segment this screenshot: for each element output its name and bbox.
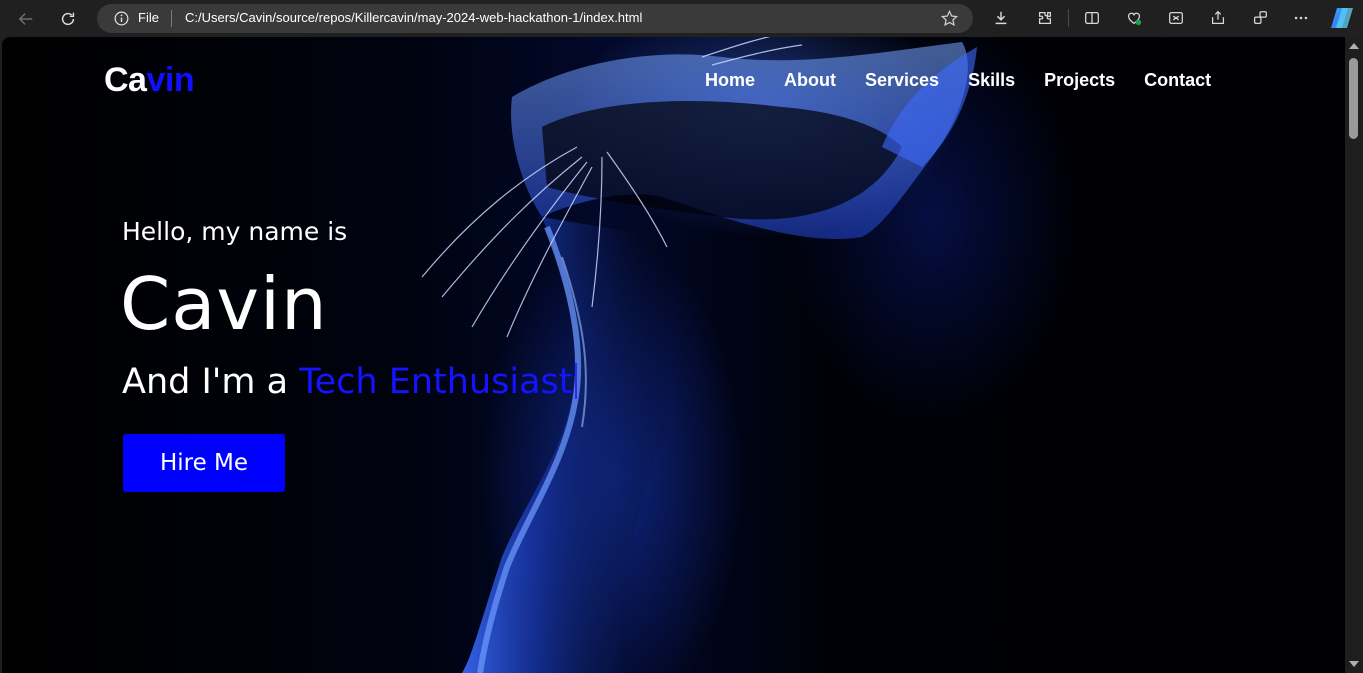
split-screen-icon[interactable] (1082, 8, 1102, 28)
more-icon[interactable] (1291, 8, 1311, 28)
tagline-highlight: Tech Enthusiast (299, 362, 573, 402)
reload-icon[interactable] (55, 6, 81, 32)
star-icon[interactable] (940, 9, 959, 28)
hero-tagline: And I'm a Tech Enthusiast (122, 362, 577, 402)
tagline-prefix: And I'm a (122, 362, 300, 402)
nav-link-home[interactable]: Home (705, 70, 755, 91)
browser-essentials-icon[interactable] (1124, 8, 1144, 28)
site-logo[interactable]: Cavin (104, 61, 195, 100)
hero-greeting: Hello, my name is (122, 217, 348, 246)
nav-link-projects[interactable]: Projects (1044, 70, 1115, 91)
screenshot-icon[interactable] (1166, 8, 1186, 28)
scrollbar-thumb[interactable] (1349, 58, 1358, 139)
share-icon[interactable] (1208, 8, 1228, 28)
cat-silhouette-background (421, 37, 977, 673)
logo-part-1: Ca (104, 61, 147, 99)
scroll-up-arrow-icon[interactable] (1349, 43, 1359, 49)
omnibox-divider (171, 10, 172, 27)
site-navigation: Home About Services Skills Projects Cont… (705, 70, 1240, 91)
address-bar[interactable]: File C:/Users/Cavin/source/repos/Killerc… (97, 4, 973, 33)
collections-icon[interactable] (1250, 8, 1270, 28)
copilot-icon[interactable] (1329, 6, 1355, 30)
nav-link-contact[interactable]: Contact (1144, 70, 1211, 91)
page-viewport: Cavin Home About Services Skills Project… (2, 37, 1345, 673)
download-icon[interactable] (991, 8, 1011, 28)
toolbar-divider (1068, 9, 1069, 27)
back-icon[interactable] (13, 6, 39, 32)
hero-name: Cavin (120, 262, 328, 346)
browser-toolbar: File C:/Users/Cavin/source/repos/Killerc… (0, 0, 1363, 37)
hire-me-button[interactable]: Hire Me (123, 434, 285, 492)
nav-link-about[interactable]: About (784, 70, 836, 91)
logo-part-2: vin (146, 61, 195, 99)
info-icon[interactable] (113, 10, 130, 27)
typing-caret (574, 363, 577, 399)
file-label: File (138, 10, 159, 25)
nav-link-skills[interactable]: Skills (968, 70, 1015, 91)
extensions-icon[interactable] (1035, 8, 1055, 28)
url-text[interactable]: C:/Users/Cavin/source/repos/Killercavin/… (185, 10, 642, 25)
nav-link-services[interactable]: Services (865, 70, 939, 91)
scroll-down-arrow-icon[interactable] (1349, 661, 1359, 667)
vertical-scrollbar[interactable] (1345, 37, 1363, 673)
